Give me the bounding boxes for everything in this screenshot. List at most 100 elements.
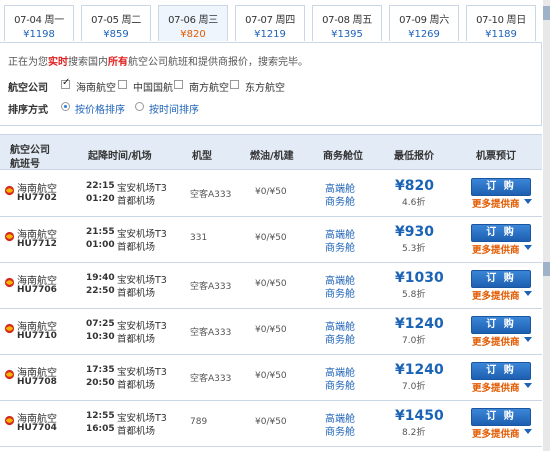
date-label: 07-08 周五 (322, 15, 372, 26)
more-providers-link[interactable]: 更多提供商 (472, 242, 520, 256)
date-tab-0710[interactable]: 07-10 周日 ¥1189 (466, 5, 536, 41)
date-tab-0707[interactable]: 07-07 周四 ¥1219 (235, 5, 305, 41)
cabin-business-link[interactable]: 商务舱 (325, 331, 355, 346)
more-providers-link[interactable]: 更多提供商 (472, 196, 520, 210)
departure-airport: 宝安机场T3 (117, 229, 167, 240)
departure-time: 19:40 (86, 273, 115, 283)
date-tab-0704[interactable]: 07-04 周一 ¥1198 (4, 5, 74, 41)
arrival-airport: 首都机场 (117, 288, 156, 299)
more-providers-link[interactable]: 更多提供商 (472, 288, 520, 302)
date-tab-0705[interactable]: 07-05 周二 ¥859 (81, 5, 151, 41)
chevron-down-icon[interactable] (524, 291, 532, 296)
more-providers-link[interactable]: 更多提供商 (472, 380, 520, 394)
lowest-price: ¥1240 (395, 362, 444, 378)
arrival-time: 16:05 (86, 424, 115, 434)
departure-time: 21:55 (86, 227, 115, 237)
hainan-airlines-logo-icon (4, 231, 15, 242)
flight-number: HU7710 (17, 331, 57, 341)
book-button[interactable]: 订 购 (471, 362, 531, 380)
table-row: 海南航空 HU7710 07:25 10:30 宝安机场T3 首都机场 空客A3… (0, 309, 542, 355)
airline-filter-label: 航空公司 (8, 83, 48, 94)
hainan-airlines-logo-icon (4, 369, 15, 380)
book-button[interactable]: 订 购 (471, 408, 531, 426)
checkbox-china-southern[interactable] (174, 80, 183, 89)
hainan-airlines-logo-icon (4, 277, 15, 288)
date-tab-0708[interactable]: 07-08 周五 ¥1395 (312, 5, 382, 41)
date-label: 07-06 周三 (168, 15, 218, 26)
arrival-time: 01:20 (86, 194, 115, 204)
date-tabs: 07-04 周一 ¥1198 07-05 周二 ¥859 07-06 周三 ¥8… (0, 0, 542, 42)
flight-number: HU7712 (17, 239, 57, 249)
discount: 7.0折 (402, 336, 426, 346)
lowest-price: ¥930 (395, 224, 434, 240)
sort-by-price-radio[interactable] (61, 102, 70, 111)
departure-time: 22:15 (86, 181, 115, 191)
date-price: ¥1395 (331, 29, 363, 40)
plane-type: 空客A333 (190, 374, 232, 384)
date-label: 07-09 周六 (399, 15, 449, 26)
cabin-business-link[interactable]: 商务舱 (325, 193, 355, 208)
sort-by-time-label[interactable]: 按时间排序 (149, 101, 199, 116)
flight-number: HU7702 (17, 193, 57, 203)
airline-option-label: 南方航空 (189, 83, 229, 94)
table-row: 海南航空 HU7706 19:40 22:50 宝安机场T3 首都机场 空客A3… (0, 263, 542, 309)
departure-airport: 宝安机场T3 (117, 275, 167, 286)
page-scrollbar[interactable] (543, 0, 550, 451)
checkbox-hainan[interactable] (61, 77, 70, 89)
book-button[interactable]: 订 购 (471, 224, 531, 242)
fuel-tax: ¥0/¥50 (255, 279, 287, 289)
chevron-down-icon[interactable] (524, 383, 532, 388)
hainan-airlines-logo-icon (4, 415, 15, 426)
fuel-tax: ¥0/¥50 (255, 233, 287, 243)
departure-airport: 宝安机场T3 (117, 413, 167, 424)
cabin-business-link[interactable]: 商务舱 (325, 239, 355, 254)
cabin-business-link[interactable]: 商务舱 (325, 285, 355, 300)
more-providers-link[interactable]: 更多提供商 (472, 334, 520, 348)
airline-option-label: 海南航空 (76, 83, 116, 94)
col-cabin: 商务舱位 (323, 151, 363, 162)
col-price: 最低报价 (394, 151, 434, 162)
book-button[interactable]: 订 购 (471, 270, 531, 288)
plane-type: 789 (190, 417, 208, 427)
fuel-tax: ¥0/¥50 (255, 325, 287, 335)
checkbox-airchina[interactable] (118, 80, 127, 89)
lowest-price: ¥1240 (395, 316, 444, 332)
chevron-down-icon[interactable] (524, 429, 532, 434)
scroll-thumb-bottom[interactable] (543, 262, 550, 276)
more-providers-link[interactable]: 更多提供商 (472, 426, 520, 440)
fuel-tax: ¥0/¥50 (255, 371, 287, 381)
search-status-text: 正在为您实时搜索国内所有航空公司航班和提供商报价，搜索完毕。 (8, 57, 308, 68)
chevron-down-icon[interactable] (524, 337, 532, 342)
table-row: 海南航空 HU7702 22:15 01:20 宝安机场T3 首都机场 空客A3… (0, 171, 542, 217)
departure-airport: 宝安机场T3 (117, 321, 167, 332)
airline-option-label: 中国国航 (133, 83, 173, 94)
sort-by-time-radio[interactable] (135, 102, 144, 111)
discount: 5.3折 (402, 244, 426, 254)
date-label: 07-05 周二 (91, 15, 141, 26)
arrival-airport: 首都机场 (117, 426, 156, 437)
cabin-business-link[interactable]: 商务舱 (325, 377, 355, 392)
date-tab-0709[interactable]: 07-09 周六 ¥1269 (389, 5, 459, 41)
date-price: ¥820 (180, 29, 206, 40)
chevron-down-icon[interactable] (524, 245, 532, 250)
col-flight-no: 航班号 (10, 159, 40, 170)
checkbox-china-eastern[interactable] (230, 80, 239, 89)
chevron-down-icon[interactable] (524, 199, 532, 204)
arrival-airport: 首都机场 (117, 334, 156, 345)
hainan-airlines-logo-icon (4, 185, 15, 196)
cabin-business-link[interactable]: 商务舱 (325, 423, 355, 438)
table-row: 海南航空 HU7708 17:35 20:50 宝安机场T3 首都机场 空客A3… (0, 355, 542, 401)
date-price: ¥1219 (254, 29, 286, 40)
date-tab-0706[interactable]: 07-06 周三 ¥820 (158, 5, 228, 41)
discount: 4.6折 (402, 198, 426, 208)
sort-by-price-label[interactable]: 按价格排序 (75, 101, 125, 116)
date-label: 07-07 周四 (245, 15, 295, 26)
date-price: ¥859 (103, 29, 129, 40)
book-button[interactable]: 订 购 (471, 178, 531, 196)
fuel-tax: ¥0/¥50 (255, 187, 287, 197)
table-row: 海南航空 HU7704 12:55 16:05 宝安机场T3 首都机场 789 … (0, 401, 542, 447)
scroll-thumb-top[interactable] (543, 6, 550, 20)
plane-type: 空客A333 (190, 282, 232, 292)
book-button[interactable]: 订 购 (471, 316, 531, 334)
arrival-time: 01:00 (86, 240, 115, 250)
